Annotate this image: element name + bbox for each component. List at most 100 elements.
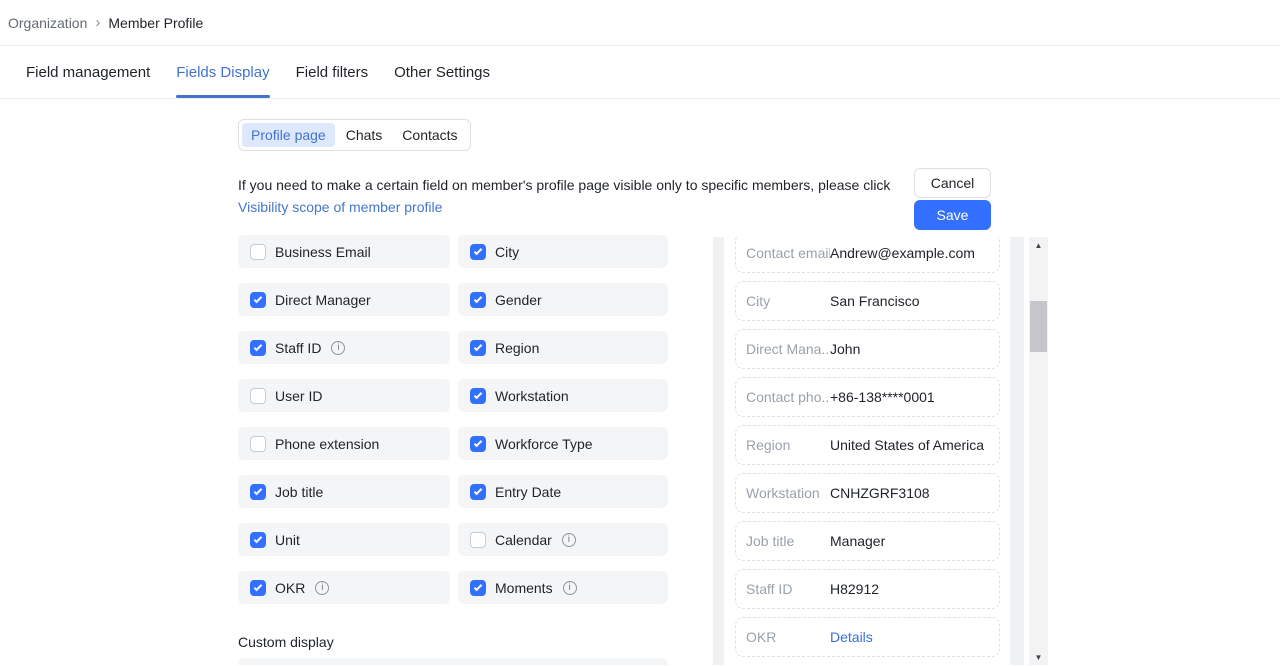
preview-field-label: Contact email [746, 245, 830, 261]
active-tab-underline [176, 95, 269, 98]
checkmark-icon [254, 486, 262, 494]
preview-field-label: Job title [746, 533, 830, 549]
fields-display-content: Profile page Chats Contacts If you need … [0, 99, 1280, 665]
checkmark-icon [254, 294, 262, 302]
tab-other-settings[interactable]: Other Settings [394, 46, 490, 98]
checkmark-icon [254, 534, 262, 542]
preview-field-label: Staff ID [746, 581, 830, 597]
preview-field-value: H82912 [830, 581, 879, 597]
preview-card-list: Contact email Andrew@example.com City Sa… [724, 237, 1010, 665]
visibility-scope-link[interactable]: Visibility scope of member profile [238, 197, 442, 218]
field-label: Unit [275, 532, 300, 548]
field-label: Region [495, 340, 539, 356]
field-label: Moments [495, 580, 553, 596]
field-label: Workforce Type [495, 436, 593, 452]
scrollbar-up-arrow-icon[interactable]: ▲ [1029, 237, 1048, 253]
field-row-entry-date[interactable]: Entry Date [458, 475, 668, 508]
tab-fields-display[interactable]: Fields Display [176, 46, 269, 98]
checkmark-icon [474, 390, 482, 398]
tab-label: Field management [26, 64, 150, 81]
preview-field-value: +86-138****0001 [830, 389, 935, 405]
field-row-user-id[interactable]: User ID [238, 379, 450, 412]
field-row-city[interactable]: City [458, 235, 668, 268]
info-icon: i [562, 533, 576, 547]
visibility-description: If you need to make a certain field on m… [238, 175, 898, 218]
field-row-unit[interactable]: Unit [238, 523, 450, 556]
preview-field-label: City [746, 293, 830, 309]
checkmark-icon [254, 582, 262, 590]
preview-scrollbar[interactable]: ▲ ▼ [1029, 237, 1048, 665]
field-row-workforce-type[interactable]: Workforce Type [458, 427, 668, 460]
field-row-staff-id[interactable]: Staff ID i [238, 331, 450, 364]
checkbox-direct-manager[interactable] [250, 292, 266, 308]
save-button[interactable]: Save [914, 200, 991, 230]
checkbox-gender[interactable] [470, 292, 486, 308]
checkmark-icon [474, 246, 482, 254]
page-subtabs: Profile page Chats Contacts [238, 119, 471, 151]
checkmark-icon [474, 486, 482, 494]
checkbox-okr[interactable] [250, 580, 266, 596]
checkbox-workforce-type[interactable] [470, 436, 486, 452]
preview-field-label: OKR [746, 629, 830, 645]
scrollbar-thumb[interactable] [1030, 301, 1047, 352]
breadcrumb-organization[interactable]: Organization [8, 15, 87, 31]
profile-preview-panel: Contact email Andrew@example.com City Sa… [713, 237, 1048, 665]
preview-field-details-link[interactable]: Details [830, 629, 873, 645]
preview-field-label: Region [746, 437, 830, 453]
checkbox-entry-date[interactable] [470, 484, 486, 500]
preview-field-workstation: Workstation CNHZGRF3108 [735, 473, 1000, 513]
description-text: If you need to make a certain field on m… [238, 177, 890, 193]
preview-left-gutter [713, 237, 724, 665]
subtab-chats[interactable]: Chats [337, 123, 392, 147]
field-row-region[interactable]: Region [458, 331, 668, 364]
tab-field-management[interactable]: Field management [26, 46, 150, 98]
subtab-profile-page[interactable]: Profile page [242, 123, 335, 147]
checkbox-calendar[interactable] [470, 532, 486, 548]
preview-right-gutter [1010, 237, 1024, 665]
field-row-job-title[interactable]: Job title [238, 475, 450, 508]
field-row-phone-extension[interactable]: Phone extension [238, 427, 450, 460]
scrollbar-down-arrow-icon[interactable]: ▼ [1029, 649, 1048, 665]
preview-field-value: Andrew@example.com [830, 245, 975, 261]
breadcrumb-bar: Organization › Member Profile [0, 0, 1280, 46]
preview-field-value: Manager [830, 533, 885, 549]
preview-field-job-title: Job title Manager [735, 521, 1000, 561]
checkbox-user-id[interactable] [250, 388, 266, 404]
preview-field-value: CNHZGRF3108 [830, 485, 930, 501]
tab-field-filters[interactable]: Field filters [296, 46, 369, 98]
field-row-okr[interactable]: OKR i [238, 571, 450, 604]
main-tabs: Field management Fields Display Field fi… [0, 46, 1280, 99]
tab-label: Fields Display [176, 64, 269, 81]
checkmark-icon [254, 342, 262, 350]
preview-field-value: John [830, 341, 860, 357]
checkmark-icon [474, 294, 482, 302]
checkbox-unit[interactable] [250, 532, 266, 548]
field-row-gender[interactable]: Gender [458, 283, 668, 316]
info-icon: i [563, 581, 577, 595]
checkbox-city[interactable] [470, 244, 486, 260]
preview-field-contact-pho: Contact pho... +86-138****0001 [735, 377, 1000, 417]
field-row-moments[interactable]: Moments i [458, 571, 668, 604]
custom-display-heading: Custom display [238, 634, 334, 650]
checkbox-workstation[interactable] [470, 388, 486, 404]
checkbox-region[interactable] [470, 340, 486, 356]
checkbox-phone-extension[interactable] [250, 436, 266, 452]
preview-field-label: Direct Mana... [746, 341, 830, 357]
checkbox-business-email[interactable] [250, 244, 266, 260]
field-row-direct-manager[interactable]: Direct Manager [238, 283, 450, 316]
field-label: City [495, 244, 519, 260]
action-buttons: Cancel Save [914, 168, 991, 230]
subtab-contacts[interactable]: Contacts [393, 123, 466, 147]
field-row-business-email[interactable]: Business Email [238, 235, 450, 268]
checkbox-job-title[interactable] [250, 484, 266, 500]
checkbox-staff-id[interactable] [250, 340, 266, 356]
field-row-workstation[interactable]: Workstation [458, 379, 668, 412]
field-row-calendar[interactable]: Calendar i [458, 523, 668, 556]
field-label: Calendar [495, 532, 552, 548]
custom-display-row-partial [238, 658, 668, 665]
checkbox-moments[interactable] [470, 580, 486, 596]
preview-field-value: San Francisco [830, 293, 919, 309]
field-label: OKR [275, 580, 305, 596]
preview-field-direct-mana: Direct Mana... John [735, 329, 1000, 369]
cancel-button[interactable]: Cancel [914, 168, 991, 198]
